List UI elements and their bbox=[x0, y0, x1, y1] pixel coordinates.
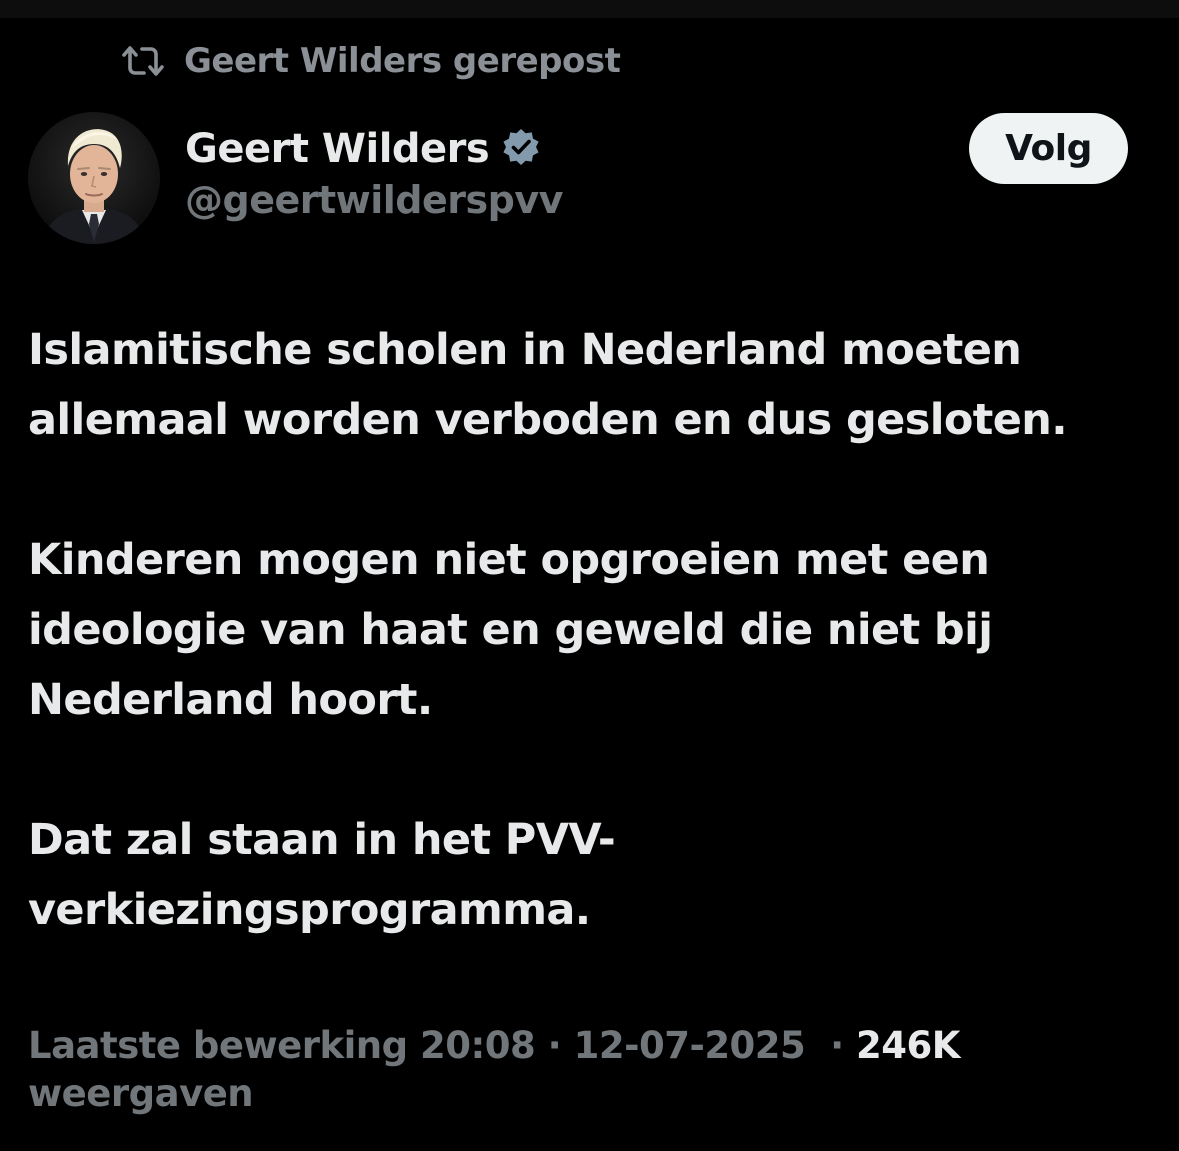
repost-icon bbox=[120, 43, 166, 79]
tweet-paragraph: Islamitische scholen in Nederland moeten… bbox=[28, 325, 1068, 445]
author-display-name[interactable]: Geert Wilders bbox=[185, 126, 490, 172]
verified-badge-icon bbox=[501, 127, 541, 171]
edited-label[interactable]: Laatste bewerking bbox=[28, 1024, 408, 1067]
meta-separator: · bbox=[547, 1024, 562, 1067]
tweet-paragraph: Dat zal staan in het PVV-verkiezingsprog… bbox=[28, 815, 616, 935]
tweet-date[interactable]: 12-07-2025 bbox=[574, 1024, 806, 1067]
author-handle[interactable]: @geertwilderspvv bbox=[185, 178, 563, 222]
meta-separator: · bbox=[830, 1024, 844, 1067]
tweet-meta: Laatste bewerking 20:08 · 12-07-2025 · 2… bbox=[28, 1022, 1148, 1118]
author-name-row[interactable]: Geert Wilders bbox=[185, 122, 541, 176]
tweet-time[interactable]: 20:08 bbox=[420, 1024, 536, 1067]
repost-label: Geert Wilders gerepost bbox=[184, 41, 621, 81]
top-edge-bar bbox=[0, 0, 1179, 18]
views-count: 246K bbox=[856, 1024, 960, 1067]
tweet-paragraph: Kinderen mogen niet opgroeien met een id… bbox=[28, 535, 993, 725]
tweet-text: Islamitische scholen in Nederland moeten… bbox=[28, 315, 1148, 945]
avatar[interactable] bbox=[28, 112, 160, 244]
views-label: weergaven bbox=[28, 1072, 254, 1115]
repost-indicator[interactable]: Geert Wilders gerepost bbox=[120, 38, 621, 84]
follow-button[interactable]: Volg bbox=[969, 113, 1128, 184]
